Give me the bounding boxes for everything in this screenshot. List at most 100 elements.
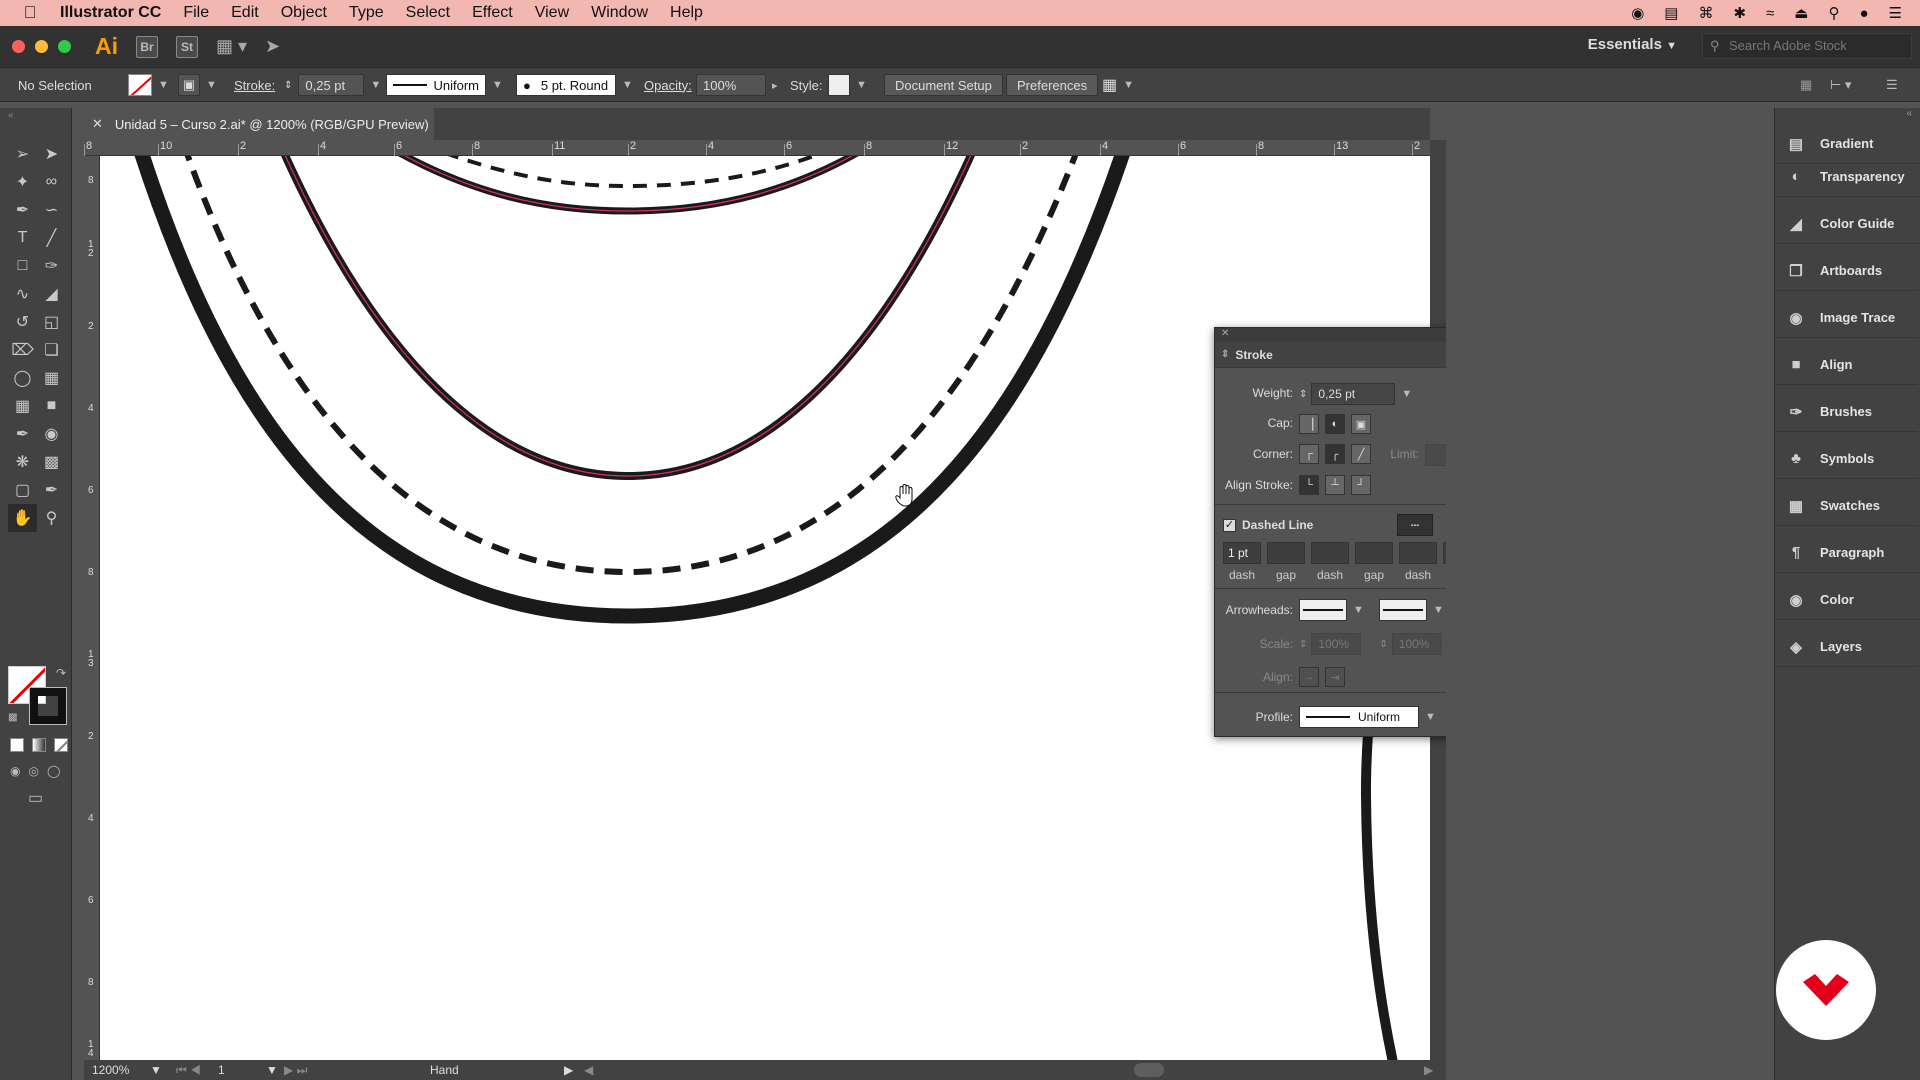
draw-behind-icon[interactable]: ◎ — [28, 764, 38, 778]
horizontal-scroll-thumb[interactable] — [1134, 1063, 1164, 1077]
eraser-tool-icon[interactable]: ◢ — [37, 280, 66, 308]
record-icon[interactable]: ◉ — [1631, 4, 1644, 22]
dock-item-symbols[interactable]: ♣ Symbols — [1776, 439, 1918, 479]
dock-item-brushes[interactable]: ✑ Brushes — [1776, 392, 1918, 432]
align-inside-icon[interactable]: ┴ — [1325, 475, 1345, 495]
menu-effect[interactable]: Effect — [472, 4, 513, 22]
type-tool-icon[interactable]: T — [8, 224, 37, 252]
fill-swatch[interactable] — [128, 74, 152, 96]
apple-icon[interactable]:  — [0, 3, 60, 23]
preferences-button[interactable]: Preferences — [1006, 74, 1099, 96]
profile-select[interactable]: Uniform — [1299, 706, 1419, 728]
draw-inside-icon[interactable]: ◯ — [47, 764, 60, 778]
spotlight-icon[interactable]: ⚲ — [1828, 4, 1839, 22]
close-tab-icon[interactable]: ✕ — [92, 116, 103, 132]
wifi-icon[interactable]: ≈ — [1766, 5, 1774, 22]
dock-item-color-guide[interactable]: ◢ Color Guide — [1776, 204, 1918, 244]
lasso-tool-icon[interactable]: ∞ — [37, 168, 66, 196]
scroll-right-icon[interactable]: ▶ — [1424, 1060, 1433, 1080]
place-arrow-icon[interactable]: ⇥ — [1325, 667, 1345, 687]
dock-item-swatches[interactable]: ▦ Swatches — [1776, 486, 1918, 526]
menu-view[interactable]: View — [535, 4, 569, 22]
first-artboard-icon[interactable]: ⏮ ◀ — [176, 1060, 201, 1080]
menu-help[interactable]: Help — [670, 4, 703, 22]
paintbrush-tool-icon[interactable]: ✑ — [37, 252, 66, 280]
chevron-down-icon[interactable]: ▼ — [150, 1060, 162, 1080]
end-arrowhead-select[interactable] — [1379, 599, 1427, 621]
line-tool-icon[interactable]: ╱ — [37, 224, 66, 252]
chevron-down-icon[interactable]: ▼ — [1425, 711, 1436, 723]
chevron-down-icon[interactable]: ▼ — [1353, 604, 1364, 616]
dock-item-layers[interactable]: ◈ Layers — [1776, 627, 1918, 667]
align-center-icon[interactable]: └ — [1299, 475, 1319, 495]
next-artboard-icon[interactable]: ▶ ⏭ — [284, 1060, 307, 1080]
chevron-down-icon[interactable]: ▼ — [1433, 604, 1444, 616]
bluetooth-icon[interactable]: ✱ — [1733, 4, 1746, 22]
stroke-weight-field[interactable]: 0,25 pt — [298, 74, 365, 96]
stepper-icon[interactable]: ⇕ — [284, 80, 292, 91]
projecting-cap-icon[interactable]: ▣ — [1351, 414, 1371, 434]
artboard-number[interactable]: 1 — [218, 1060, 225, 1080]
symbol-sprayer-tool-icon[interactable]: ❋ — [8, 448, 37, 476]
screen-mode-icon[interactable]: ▭ — [28, 788, 43, 808]
rotate-tool-icon[interactable]: ↺ — [8, 308, 37, 336]
menu-file[interactable]: File — [183, 4, 209, 22]
panel-options-toggle-icon[interactable]: ⇕ — [1221, 349, 1229, 360]
dock-item-transparency[interactable]: ◐ Transparency — [1776, 157, 1918, 197]
magic-wand-tool-icon[interactable]: ✦ — [8, 168, 37, 196]
scale-stepper-icon[interactable]: ⇕ — [1299, 639, 1307, 650]
dash-3-field[interactable] — [1399, 542, 1437, 564]
chevron-down-icon[interactable]: ▼ — [1401, 388, 1412, 400]
notification-center-icon[interactable]: ☰ — [1889, 4, 1902, 22]
dock-item-image-trace[interactable]: ◉ Image Trace — [1776, 298, 1918, 338]
close-panel-icon[interactable]: ✕ — [1221, 328, 1229, 339]
curvature-tool-icon[interactable]: ∽ — [37, 196, 66, 224]
shape-builder-tool-icon[interactable]: ◯ — [8, 364, 37, 392]
chevron-right-icon[interactable]: ▸ — [772, 79, 778, 92]
scroll-left-icon[interactable]: ◀ — [584, 1060, 593, 1080]
miter-join-icon[interactable]: ┌ — [1299, 444, 1319, 464]
dock-item-paragraph[interactable]: ¶ Paragraph — [1776, 533, 1918, 573]
round-join-icon[interactable]: ╭ — [1325, 444, 1345, 464]
brush-definition[interactable]: ● 5 pt. Round — [516, 74, 616, 96]
preserve-dash-icon[interactable]: ┄ — [1397, 514, 1433, 536]
menu-select[interactable]: Select — [406, 4, 450, 22]
chevron-down-icon[interactable]: ▼ — [1123, 79, 1134, 91]
mesh-tool-icon[interactable]: ▦ — [8, 392, 37, 420]
weight-field[interactable]: 0,25 pt — [1311, 383, 1396, 405]
expand-dock-icon[interactable]: « — [1906, 108, 1912, 119]
status-menu-icon[interactable]: ▶ — [564, 1060, 573, 1080]
shaper-tool-icon[interactable]: ∿ — [8, 280, 37, 308]
arrange-documents-icon[interactable]: ▦ ▾ — [216, 36, 247, 57]
chevron-down-icon[interactable]: ▼ — [856, 79, 867, 91]
collapse-icon[interactable]: « — [8, 110, 14, 121]
start-arrowhead-select[interactable] — [1299, 599, 1347, 621]
transform-options-icon[interactable]: ⊢ ▾ — [1830, 68, 1851, 102]
menu-object[interactable]: Object — [281, 4, 327, 22]
eject-icon[interactable]: ⏏ — [1794, 4, 1808, 22]
stroke-label[interactable]: Stroke: — [234, 68, 275, 102]
slice-tool-icon[interactable]: ✒ — [37, 476, 66, 504]
siri-icon[interactable]: ● — [1859, 5, 1868, 22]
publish-icon[interactable]: ➤ — [265, 36, 280, 57]
zoom-level[interactable]: 1200% — [92, 1060, 129, 1080]
gradient-tool-icon[interactable]: ■ — [37, 392, 66, 420]
end-scale-field[interactable]: 100% — [1391, 633, 1442, 655]
chevron-down-icon[interactable]: ▼ — [370, 79, 381, 91]
align-options-icon[interactable]: ▦ — [1800, 68, 1812, 102]
menu-edit[interactable]: Edit — [231, 4, 259, 22]
gap-1-field[interactable] — [1267, 542, 1305, 564]
default-fill-stroke-icon[interactable]: ▩ — [8, 712, 17, 723]
bridge-button[interactable]: Br — [136, 35, 158, 58]
chevron-down-icon[interactable]: ▼ — [158, 79, 169, 91]
dashed-checkbox-icon[interactable]: ✓ — [1223, 518, 1236, 532]
direct-selection-tool-icon[interactable]: ➤ — [37, 140, 66, 168]
draw-normal-icon[interactable]: ◉ — [10, 764, 20, 778]
graphic-style-swatch[interactable] — [828, 74, 850, 96]
round-cap-icon[interactable]: ◐ — [1325, 414, 1345, 434]
gradient-mode-icon[interactable] — [32, 738, 46, 752]
document-setup-button[interactable]: Document Setup — [884, 74, 1003, 96]
hand-tool-icon[interactable]: ✋ — [8, 504, 37, 532]
stroke-swatch-large[interactable] — [29, 687, 67, 725]
dock-item-align[interactable]: ■ Align — [1776, 345, 1918, 385]
